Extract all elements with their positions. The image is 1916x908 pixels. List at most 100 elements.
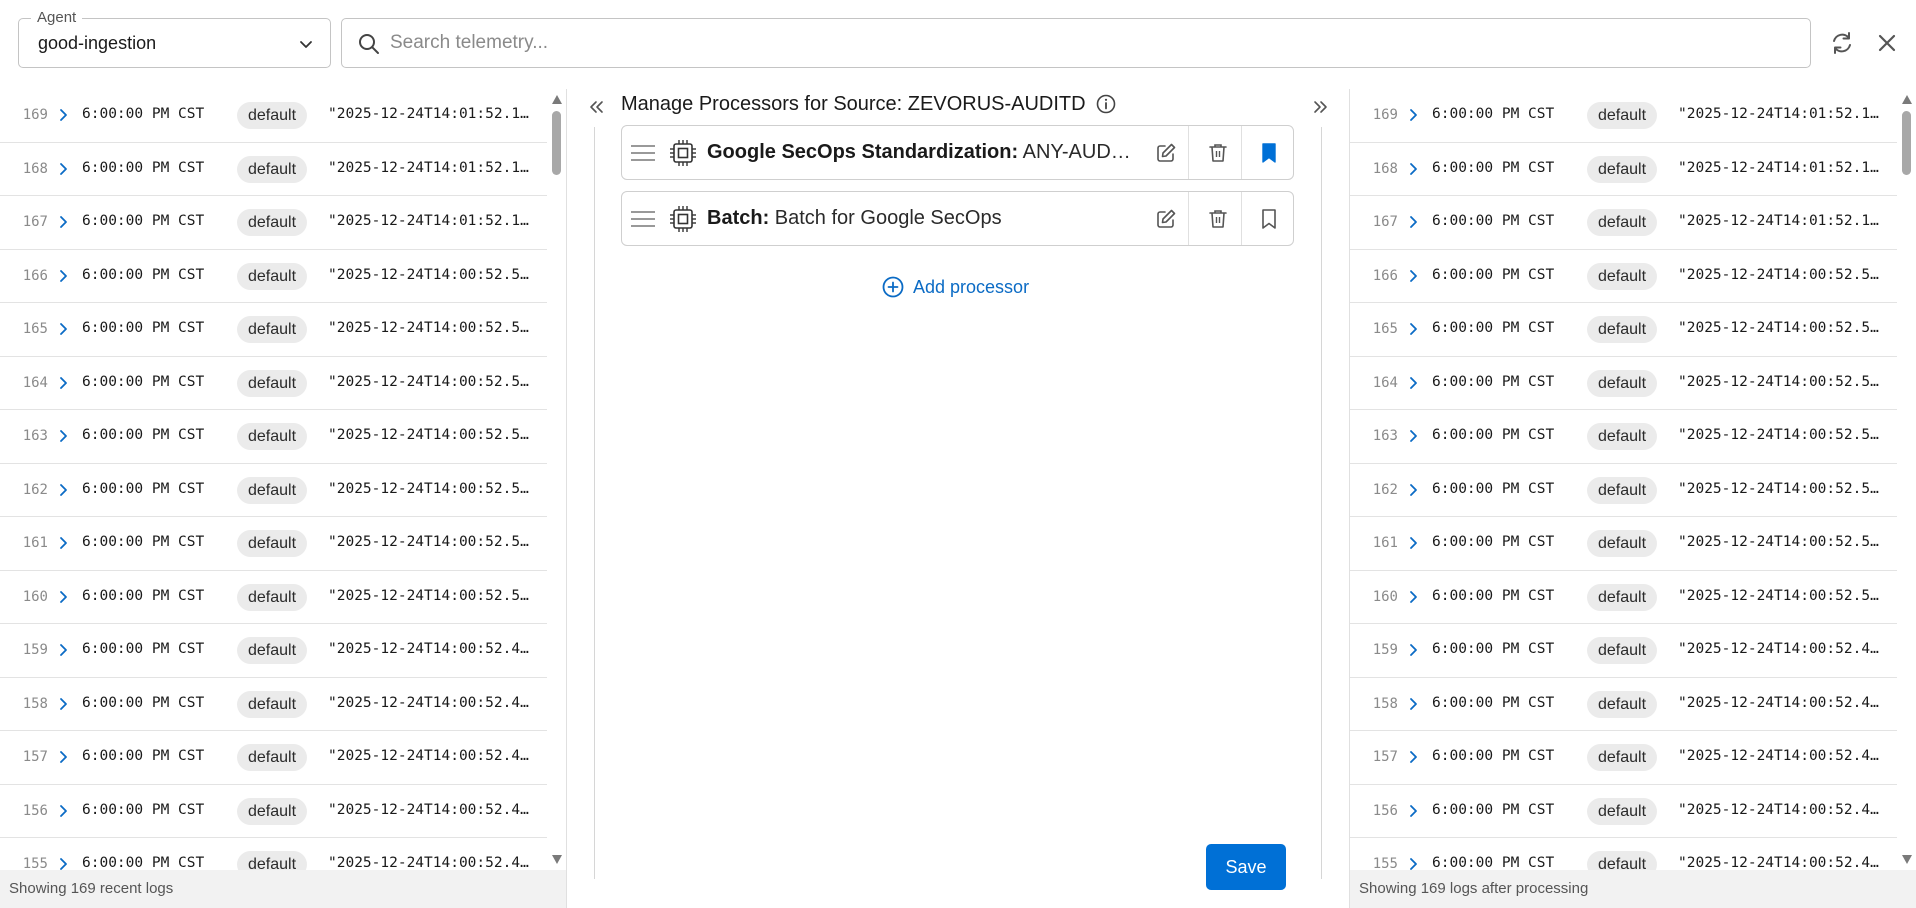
log-row[interactable]: 161 6:00:00 PM CST default "2025-12-24T14:0… [1350, 517, 1898, 571]
processor-card[interactable]: Google SecOps Standardization: ANY-AUDIT… [621, 125, 1294, 180]
bookmark-icon[interactable] [1256, 206, 1282, 232]
double-chevron-left-icon[interactable] [584, 95, 608, 119]
chevron-right-icon[interactable] [57, 589, 71, 605]
bookmark-filled-icon[interactable] [1256, 140, 1282, 166]
log-row[interactable]: 155 6:00:00 PM CST default "2025-12-24T14:0… [0, 838, 548, 870]
log-line-number: 162 [22, 481, 48, 498]
log-row[interactable]: 162 6:00:00 PM CST default "2025-12-24T14:0… [0, 464, 548, 517]
agent-select[interactable]: Agent good-ingestion [18, 9, 331, 68]
log-row[interactable]: 162 6:00:00 PM CST default "2025-12-24T14:0… [1350, 464, 1898, 517]
log-stream-badge: default [1587, 583, 1658, 611]
log-row[interactable]: 157 6:00:00 PM CST default "2025-12-24T14:0… [0, 731, 548, 785]
processed-logs-scrollbar[interactable] [1897, 89, 1916, 870]
trash-icon[interactable] [1205, 206, 1231, 232]
log-row[interactable]: 159 6:00:00 PM CST default "2025-12-24T14:0… [1350, 624, 1898, 678]
double-chevron-right-icon[interactable] [1309, 95, 1333, 119]
scroll-down-arrow-icon[interactable] [1902, 855, 1912, 864]
log-row[interactable]: 163 6:00:00 PM CST default "2025-12-24T14:0… [1350, 410, 1898, 464]
log-timestamp: 6:00:00 PM CST [82, 641, 205, 657]
log-row[interactable]: 169 6:00:00 PM CST default "2025-12-24T14:0… [0, 89, 548, 143]
log-row[interactable]: 168 6:00:00 PM CST default "2025-12-24T14:0… [1350, 143, 1898, 196]
log-row[interactable]: 156 6:00:00 PM CST default "2025-12-24T14:0… [1350, 785, 1898, 838]
log-row[interactable]: 165 6:00:00 PM CST default "2025-12-24T14:0… [1350, 303, 1898, 357]
log-row[interactable]: 167 6:00:00 PM CST default "2025-12-24T14:0… [0, 196, 548, 250]
search-input[interactable] [390, 27, 1790, 59]
chevron-right-icon[interactable] [57, 749, 71, 765]
scroll-up-arrow-icon[interactable] [552, 95, 562, 104]
log-stream-badge: default [237, 209, 308, 236]
log-row[interactable]: 168 6:00:00 PM CST default "2025-12-24T14:0… [0, 143, 548, 196]
drag-handle-icon[interactable] [629, 207, 657, 231]
chevron-right-icon[interactable] [1407, 589, 1421, 605]
log-row[interactable]: 157 6:00:00 PM CST default "2025-12-24T14:0… [1350, 731, 1898, 785]
chevron-right-icon[interactable] [1407, 482, 1421, 498]
log-row[interactable]: 169 6:00:00 PM CST default "2025-12-24T14:0… [1350, 89, 1898, 143]
chevron-right-icon[interactable] [57, 321, 71, 337]
chevron-right-icon[interactable] [57, 268, 71, 284]
log-row[interactable]: 161 6:00:00 PM CST default "2025-12-24T14:0… [0, 517, 548, 571]
chevron-right-icon[interactable] [57, 535, 71, 551]
chevron-right-icon[interactable] [1407, 856, 1421, 870]
log-row[interactable]: 163 6:00:00 PM CST default "2025-12-24T14:0… [0, 410, 548, 464]
processor-card[interactable]: Batch: Batch for Google SecOps [621, 191, 1294, 246]
chevron-right-icon[interactable] [57, 856, 71, 870]
chevron-right-icon[interactable] [1407, 214, 1421, 230]
log-timestamp: 6:00:00 PM CST [82, 159, 205, 176]
edit-icon[interactable] [1153, 206, 1179, 232]
chevron-right-icon[interactable] [57, 642, 71, 658]
chevron-right-icon[interactable] [57, 428, 71, 444]
log-stream-badge: default [1587, 637, 1658, 664]
chevron-right-icon[interactable] [57, 375, 71, 391]
log-row[interactable]: 166 6:00:00 PM CST default "2025-12-24T14:0… [1350, 250, 1898, 303]
close-icon[interactable] [1874, 30, 1900, 56]
chevron-right-icon[interactable] [1407, 642, 1421, 658]
log-row[interactable]: 165 6:00:00 PM CST default "2025-12-24T14:0… [0, 303, 548, 357]
chevron-right-icon[interactable] [1407, 321, 1421, 337]
chevron-right-icon[interactable] [1407, 268, 1421, 284]
chevron-right-icon[interactable] [57, 214, 71, 230]
log-row[interactable]: 158 6:00:00 PM CST default "2025-12-24T14:0… [1350, 678, 1898, 731]
scroll-thumb[interactable] [1902, 111, 1911, 175]
chevron-right-icon[interactable] [57, 696, 71, 712]
drag-handle-icon[interactable] [629, 141, 657, 165]
chevron-right-icon[interactable] [1407, 535, 1421, 551]
log-row[interactable]: 156 6:00:00 PM CST default "2025-12-24T14:0… [0, 785, 548, 838]
log-row[interactable]: 155 6:00:00 PM CST default "2025-12-24T14:0… [1350, 838, 1898, 870]
log-row[interactable]: 159 6:00:00 PM CST default "2025-12-24T14:0… [0, 624, 548, 678]
log-row[interactable]: 164 6:00:00 PM CST default "2025-12-24T14:0… [1350, 357, 1898, 410]
trash-icon[interactable] [1205, 140, 1231, 166]
recent-logs-scrollbar[interactable] [547, 89, 566, 870]
chevron-right-icon[interactable] [1407, 803, 1421, 819]
scroll-thumb[interactable] [552, 111, 561, 175]
chevron-right-icon[interactable] [1407, 749, 1421, 765]
add-processor-button[interactable]: Add processor [881, 272, 1029, 302]
refresh-icon[interactable] [1829, 30, 1855, 56]
log-row[interactable]: 166 6:00:00 PM CST default "2025-12-24T14:0… [0, 250, 548, 303]
edit-icon[interactable] [1153, 140, 1179, 166]
log-row[interactable]: 160 6:00:00 PM CST default "2025-12-24T14:0… [0, 571, 548, 624]
scroll-down-arrow-icon[interactable] [552, 855, 562, 864]
log-row[interactable]: 164 6:00:00 PM CST default "2025-12-24T14:0… [0, 357, 548, 410]
log-row[interactable]: 167 6:00:00 PM CST default "2025-12-24T14:0… [1350, 196, 1898, 250]
chevron-right-icon[interactable] [1407, 161, 1421, 177]
processor-label: Google SecOps Standardization: ANY-AUDIT… [707, 141, 1132, 164]
chevron-right-icon[interactable] [57, 107, 71, 123]
chevron-right-icon[interactable] [1407, 428, 1421, 444]
log-row[interactable]: 160 6:00:00 PM CST default "2025-12-24T14:0… [1350, 571, 1898, 624]
chevron-right-icon[interactable] [57, 161, 71, 177]
chevron-right-icon[interactable] [57, 482, 71, 498]
action-divider [1188, 192, 1189, 245]
log-stream-badge: default [1587, 423, 1658, 450]
log-body: "2025-12-24T14:00:52.470… [328, 694, 536, 711]
info-icon[interactable] [1095, 93, 1117, 115]
chevron-right-icon[interactable] [1407, 375, 1421, 391]
log-body: "2025-12-24T14:00:52.470… [328, 748, 536, 764]
save-button[interactable]: Save [1206, 844, 1286, 890]
chevron-right-icon[interactable] [57, 803, 71, 819]
scroll-up-arrow-icon[interactable] [1902, 95, 1912, 104]
action-divider [1241, 126, 1242, 179]
chevron-right-icon[interactable] [1407, 696, 1421, 712]
log-body: "2025-12-24T14:00:52.529… [1678, 480, 1886, 497]
log-row[interactable]: 158 6:00:00 PM CST default "2025-12-24T14:0… [0, 678, 548, 731]
chevron-right-icon[interactable] [1407, 107, 1421, 123]
